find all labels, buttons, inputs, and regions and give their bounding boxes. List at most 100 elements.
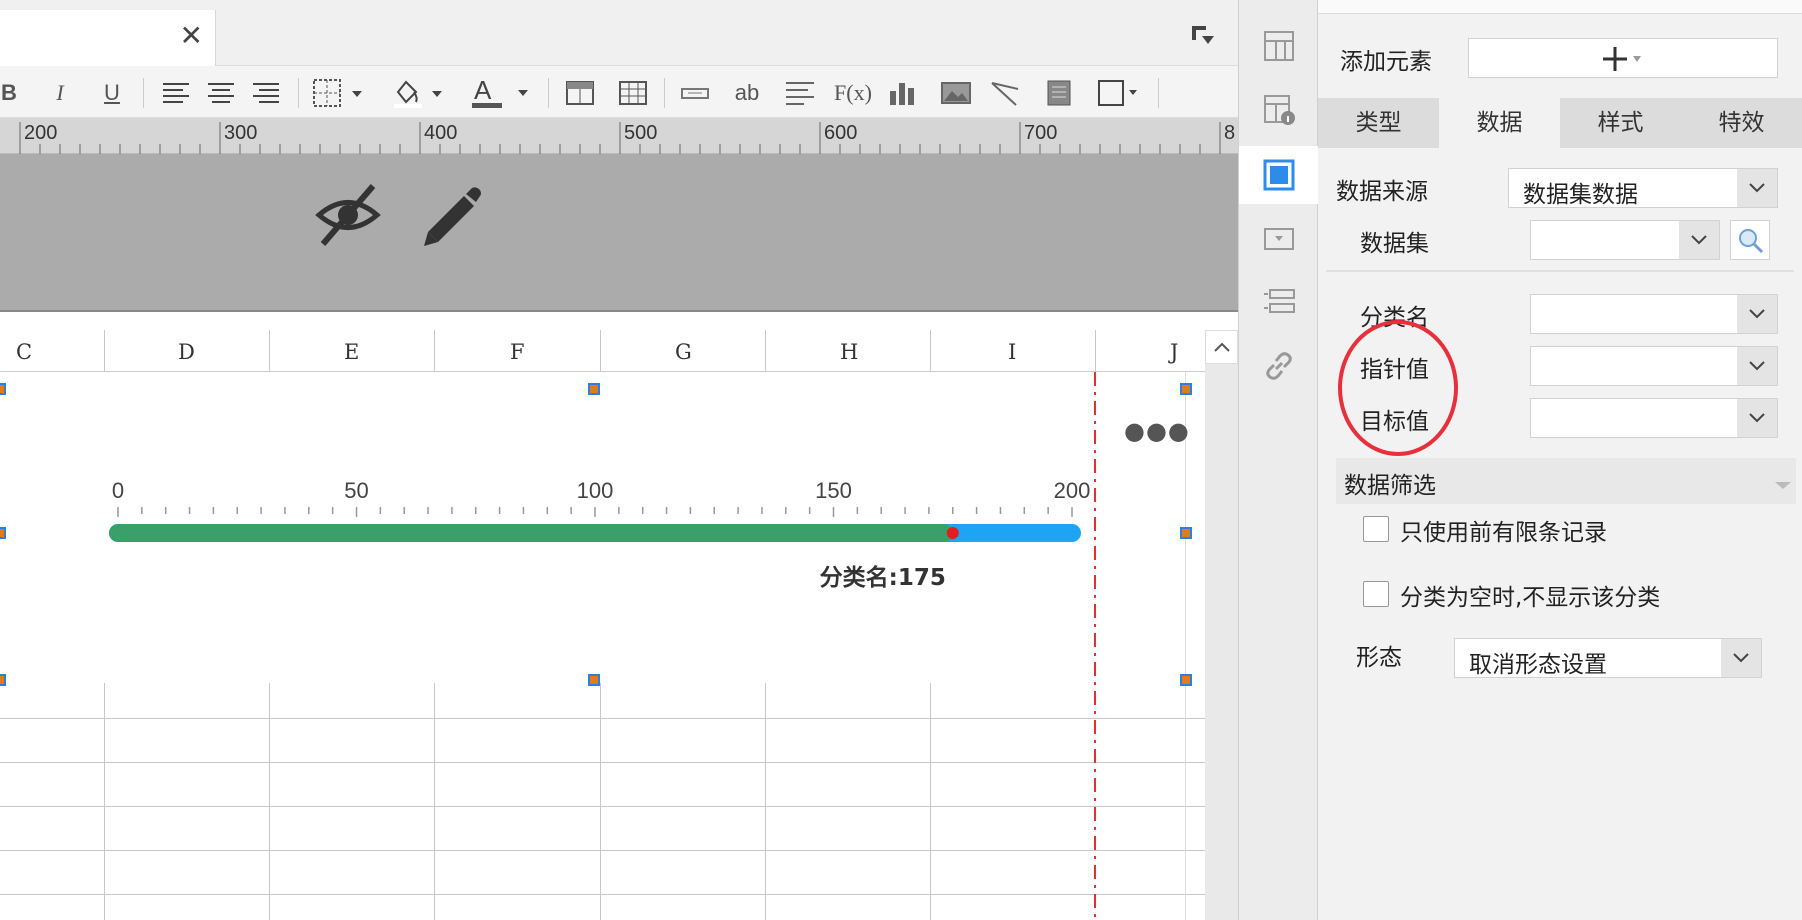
limit-records-checkbox[interactable] bbox=[1363, 516, 1389, 542]
add-element-label: 添加元素 bbox=[1340, 49, 1432, 75]
paragraph-icon[interactable] bbox=[783, 76, 817, 110]
tab-data[interactable]: 数据 bbox=[1439, 98, 1560, 148]
data-source-value: 数据集数据 bbox=[1523, 182, 1638, 208]
resize-handle[interactable] bbox=[588, 674, 600, 686]
search-icon[interactable] bbox=[1730, 220, 1770, 260]
hide-empty-label: 分类为空时,不显示该分类 bbox=[1400, 585, 1661, 611]
tab-style[interactable]: 样式 bbox=[1560, 98, 1681, 148]
italic-button[interactable]: I bbox=[48, 76, 72, 110]
underline-button[interactable]: U bbox=[100, 76, 124, 110]
ruler-label: 600 bbox=[824, 122, 858, 144]
axis-label: 50 bbox=[344, 478, 368, 503]
column-header[interactable]: D bbox=[178, 340, 195, 364]
dataset-label: 数据集 bbox=[1360, 231, 1429, 257]
data-source-label: 数据来源 bbox=[1336, 179, 1428, 205]
align-right-icon[interactable] bbox=[250, 76, 282, 110]
dropdown-widget-icon[interactable] bbox=[1239, 210, 1319, 266]
ruler-label: 500 bbox=[624, 122, 658, 144]
gauge-chart: 0 50 100 150 200 分类名:175 bbox=[109, 478, 1090, 591]
resize-handle[interactable] bbox=[1180, 527, 1192, 539]
gauge-chart-widget[interactable]: ●●● 0 50 100 150 200 分类名:175 bbox=[0, 383, 1192, 686]
chevron-down-icon bbox=[1737, 347, 1777, 385]
hidden-area-bar bbox=[0, 154, 1238, 312]
column-header[interactable]: G bbox=[675, 340, 692, 364]
align-center-icon[interactable] bbox=[205, 76, 237, 110]
ruler-label: 700 bbox=[1024, 122, 1058, 144]
highlight-circle bbox=[1338, 320, 1458, 456]
column-header[interactable]: I bbox=[1008, 340, 1016, 364]
row-divider bbox=[0, 762, 1205, 763]
close-tab-icon[interactable]: ✕ bbox=[180, 22, 203, 50]
chevron-down-icon bbox=[1737, 169, 1777, 207]
panel-menu-icon[interactable] bbox=[1190, 24, 1216, 52]
column-header[interactable]: F bbox=[510, 340, 525, 364]
category-select[interactable] bbox=[1530, 294, 1778, 334]
column-divider bbox=[434, 330, 435, 372]
section-divider bbox=[1326, 270, 1794, 272]
resize-handle[interactable] bbox=[0, 674, 6, 686]
insert-table-icon[interactable] bbox=[618, 76, 648, 110]
tab-bar: ✕ bbox=[0, 0, 1238, 66]
toolbar-separator bbox=[1158, 78, 1159, 108]
insert-row-icon[interactable] bbox=[565, 76, 595, 110]
row-divider bbox=[0, 718, 1205, 719]
limit-records-label: 只使用前有限条记录 bbox=[1400, 520, 1607, 546]
add-element-button[interactable] bbox=[1468, 38, 1778, 78]
formula-button[interactable]: F(x) bbox=[832, 76, 874, 110]
border-icon[interactable] bbox=[312, 76, 368, 110]
svg-text:A: A bbox=[474, 77, 492, 105]
align-left-icon[interactable] bbox=[160, 76, 192, 110]
data-filter-section[interactable]: 数据筛选 bbox=[1336, 458, 1796, 504]
ruler-label: 300 bbox=[224, 122, 258, 144]
vertical-scrollbar[interactable] bbox=[1205, 330, 1238, 920]
resize-handle[interactable] bbox=[1180, 674, 1192, 686]
axis-label: 150 bbox=[815, 478, 852, 503]
frame-icon[interactable] bbox=[1095, 76, 1141, 110]
hide-empty-checkbox[interactable] bbox=[1363, 581, 1389, 607]
link-icon[interactable] bbox=[1239, 338, 1319, 394]
column-divider bbox=[600, 330, 601, 372]
column-header-row: C D E F G H I J bbox=[0, 330, 1205, 372]
data-filter-title: 数据筛选 bbox=[1344, 473, 1436, 499]
column-header[interactable]: C bbox=[16, 340, 32, 364]
axis-label: 0 bbox=[112, 478, 124, 503]
gauge-fill bbox=[109, 524, 953, 542]
document-tab[interactable]: ✕ bbox=[0, 10, 216, 66]
target-value-select[interactable] bbox=[1530, 398, 1778, 438]
tab-effects[interactable]: 特效 bbox=[1681, 98, 1802, 148]
text-widget-button[interactable]: ab bbox=[730, 76, 764, 110]
pointer-value-select[interactable] bbox=[1530, 346, 1778, 386]
column-divider bbox=[1095, 330, 1096, 372]
resize-handle[interactable] bbox=[0, 527, 6, 539]
column-divider bbox=[930, 330, 931, 372]
cell-layout-icon[interactable] bbox=[1239, 18, 1319, 74]
image-icon[interactable] bbox=[940, 76, 972, 110]
bold-button[interactable]: B bbox=[0, 76, 18, 110]
text-field-icon[interactable] bbox=[680, 76, 710, 110]
list-layout-icon[interactable] bbox=[1239, 274, 1319, 330]
slash-icon[interactable] bbox=[990, 76, 1022, 110]
scroll-up-button[interactable] bbox=[1205, 330, 1238, 364]
dataset-select[interactable] bbox=[1530, 220, 1720, 260]
resize-handle[interactable] bbox=[1180, 383, 1192, 395]
hide-eye-icon[interactable] bbox=[315, 182, 381, 252]
edit-pencil-icon[interactable] bbox=[418, 182, 484, 252]
fill-color-icon[interactable] bbox=[392, 76, 448, 110]
chevron-down-icon bbox=[1737, 295, 1777, 333]
ruler-label: 200 bbox=[24, 122, 58, 144]
chevron-down-icon bbox=[1774, 476, 1792, 495]
state-select[interactable]: 取消形态设置 bbox=[1454, 638, 1762, 678]
chart-icon[interactable] bbox=[888, 76, 918, 110]
widget-select-icon[interactable] bbox=[1239, 146, 1319, 204]
row-divider bbox=[0, 806, 1205, 807]
column-header[interactable]: E bbox=[344, 340, 359, 364]
resize-handle[interactable] bbox=[0, 383, 6, 395]
column-header[interactable]: H bbox=[840, 340, 858, 364]
data-source-select[interactable]: 数据集数据 bbox=[1508, 168, 1778, 208]
page-icon[interactable] bbox=[1045, 76, 1073, 110]
font-color-icon[interactable]: A bbox=[470, 76, 530, 110]
column-header[interactable]: J bbox=[1170, 340, 1178, 364]
cell-info-icon[interactable] bbox=[1239, 82, 1319, 138]
resize-handle[interactable] bbox=[588, 383, 600, 395]
tab-type[interactable]: 类型 bbox=[1318, 98, 1439, 148]
